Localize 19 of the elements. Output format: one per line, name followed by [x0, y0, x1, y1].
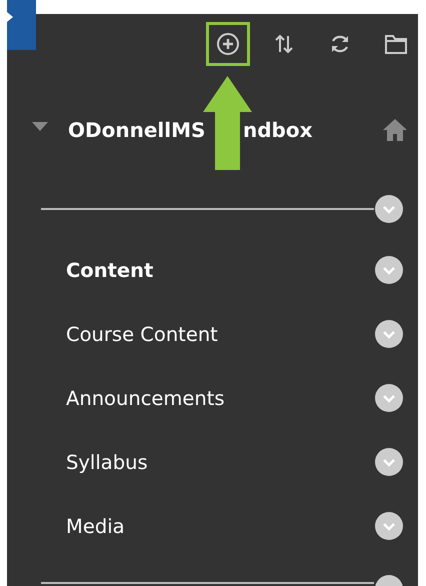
add-button[interactable] — [206, 22, 250, 66]
side-tab[interactable] — [7, 0, 36, 50]
chevron-circle-icon[interactable] — [374, 511, 404, 541]
chevron-circle-icon[interactable] — [374, 383, 404, 413]
chevron-circle-icon[interactable] — [374, 319, 404, 349]
chevron-circle-icon[interactable] — [374, 255, 404, 285]
menu-link[interactable]: Course Content — [66, 322, 374, 346]
course-title[interactable]: ndbox — [243, 118, 313, 142]
chevron-circle-icon[interactable] — [374, 447, 404, 477]
menu-link[interactable]: Announcements — [66, 386, 374, 410]
home-icon[interactable] — [382, 118, 408, 142]
course-title[interactable]: ODonnellMS — [68, 118, 206, 142]
chevron-circle-icon[interactable] — [374, 194, 404, 224]
menu-heading[interactable]: Content — [66, 258, 374, 282]
add-icon — [216, 32, 240, 56]
menu-link[interactable]: Media — [66, 514, 374, 538]
caret-icon — [7, 12, 13, 22]
menu-link[interactable]: Syllabus — [66, 450, 374, 474]
folder-icon — [384, 33, 408, 55]
